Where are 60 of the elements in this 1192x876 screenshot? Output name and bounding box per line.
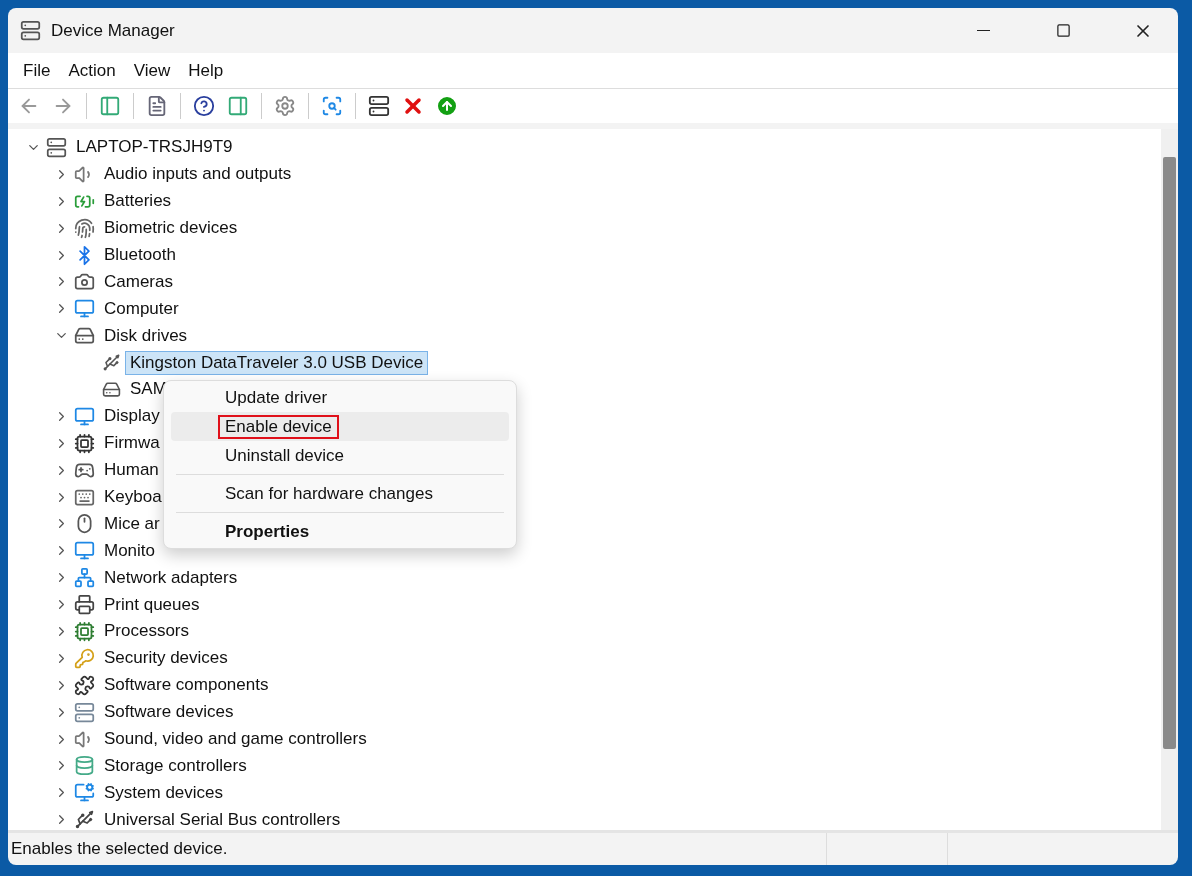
tree-item[interactable]: Software devices bbox=[99, 700, 239, 725]
tree-item[interactable]: Processors bbox=[99, 619, 195, 644]
maximize-icon bbox=[1055, 23, 1071, 38]
minimize-icon bbox=[976, 29, 990, 32]
monitor-icon bbox=[74, 405, 95, 427]
tree-item[interactable]: Audio inputs and outputs bbox=[99, 162, 297, 187]
tree-item[interactable]: Network adapters bbox=[99, 565, 243, 590]
tree-item[interactable]: Mice ar bbox=[99, 511, 165, 536]
highlight-frame: Enable device bbox=[218, 414, 339, 439]
tree-item[interactable]: System devices bbox=[99, 780, 229, 805]
usb-drive-icon bbox=[102, 353, 121, 373]
context-menu-item[interactable]: Uninstall device bbox=[171, 441, 509, 470]
tree-item[interactable]: Disk drives bbox=[99, 323, 193, 348]
tree-item[interactable]: Computer bbox=[99, 296, 184, 321]
menu-label: Properties bbox=[224, 520, 311, 543]
window-title: Device Manager bbox=[51, 20, 176, 41]
tree-item[interactable]: Print queues bbox=[99, 592, 205, 617]
app-icon bbox=[20, 20, 41, 41]
scrollbar[interactable] bbox=[1161, 129, 1178, 830]
status-text: Enables the selected device. bbox=[10, 838, 229, 860]
menu-label: Update driver bbox=[224, 386, 329, 409]
context-menu-item[interactable]: Properties bbox=[171, 517, 509, 546]
tree-item[interactable]: Storage controllers bbox=[99, 753, 252, 778]
menu-label: Uninstall device bbox=[224, 444, 346, 467]
tree-item[interactable]: Biometric devices bbox=[99, 216, 243, 241]
usb-icon bbox=[74, 809, 95, 830]
context-menu-item[interactable]: Scan for hardware changes bbox=[171, 479, 509, 508]
printer-icon bbox=[74, 594, 95, 616]
context-menu-item[interactable]: Update driver bbox=[171, 383, 509, 412]
key-icon bbox=[74, 647, 95, 669]
tree-item[interactable]: Monito bbox=[99, 538, 161, 563]
tree-item[interactable]: Cameras bbox=[99, 269, 178, 294]
monitor-icon bbox=[74, 298, 95, 320]
menu-label: Scan for hardware changes bbox=[224, 482, 434, 505]
tree-item[interactable]: Bluetooth bbox=[99, 243, 181, 267]
fingerprint-icon bbox=[74, 217, 95, 239]
tree-item[interactable]: Kingston DataTraveler 3.0 USB Device bbox=[125, 350, 429, 375]
context-menu-item[interactable]: Enable device bbox=[171, 412, 509, 441]
tree-item[interactable]: Display bbox=[99, 404, 165, 429]
tree-item[interactable]: Sound, video and game controllers bbox=[99, 727, 372, 752]
tree-item[interactable]: Software components bbox=[99, 673, 274, 698]
tree-item[interactable]: Human bbox=[99, 458, 164, 483]
tree-item[interactable]: Batteries bbox=[99, 189, 177, 214]
menu-item[interactable]: View bbox=[124, 56, 180, 85]
menu-item[interactable]: Help bbox=[179, 56, 233, 85]
chip-icon bbox=[74, 432, 95, 454]
storage-icon bbox=[74, 755, 95, 777]
tree-item[interactable]: Firmwa bbox=[99, 431, 165, 456]
puzzle-icon bbox=[74, 674, 95, 696]
network-icon bbox=[74, 567, 95, 589]
tree-item[interactable]: Security devices bbox=[99, 646, 233, 671]
processor-icon bbox=[74, 620, 95, 642]
tree-item[interactable]: Keyboa bbox=[99, 485, 167, 509]
menu-item[interactable]: File bbox=[14, 56, 60, 85]
tree-item[interactable]: Universal Serial Bus controllers bbox=[99, 807, 346, 830]
tree-item[interactable]: LAPTOP-TRSJH9T9 bbox=[71, 135, 238, 160]
menu-item[interactable]: Action bbox=[59, 56, 125, 85]
monitor-icon bbox=[74, 540, 95, 562]
drive-icon bbox=[102, 379, 121, 399]
server-icon bbox=[74, 701, 95, 723]
